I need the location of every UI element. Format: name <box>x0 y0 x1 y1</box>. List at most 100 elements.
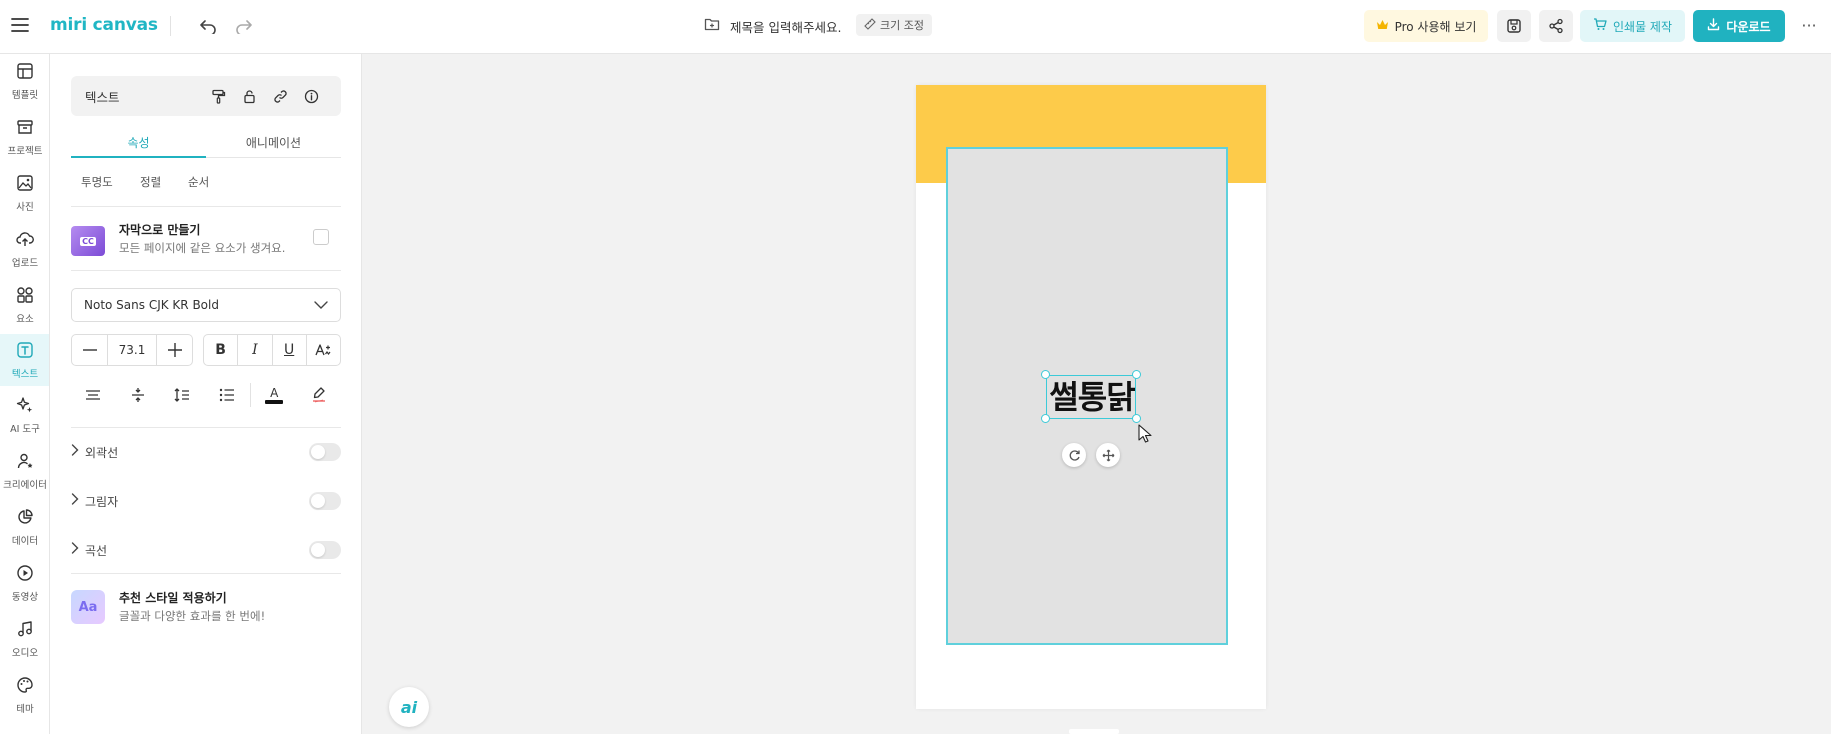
resize-handle[interactable] <box>1041 370 1050 379</box>
move-icon[interactable] <box>1096 443 1120 467</box>
chevron-right-icon <box>71 444 79 460</box>
canvas-workspace[interactable]: 썰통닭 ai <box>363 54 1831 734</box>
caption-title: 자막으로 만들기 <box>119 223 201 237</box>
strikethrough-icon[interactable] <box>71 380 116 410</box>
resize-button[interactable]: 크기 조정 <box>856 14 932 36</box>
chevron-right-icon <box>71 493 79 509</box>
sidebar-item-label: 업로드 <box>11 257 39 269</box>
panel-title: 텍스트 <box>85 89 120 105</box>
increase-size-icon[interactable] <box>157 335 192 365</box>
recommend-style-title[interactable]: 추천 스타일 적용하기 <box>119 589 227 606</box>
font-family-value: Noto Sans CJK KR Bold <box>84 298 219 312</box>
sidebar-item-video[interactable]: 동영상 <box>0 558 49 608</box>
highlight-pen-icon[interactable] <box>296 380 341 410</box>
save-icon[interactable] <box>1497 10 1531 42</box>
folder-icon[interactable] <box>704 17 720 35</box>
outline-section[interactable]: 외곽선 <box>71 439 341 465</box>
top-bar: miri canvas 제목을 입력해주세요. 크기 조정 Pro 사용해 보기… <box>0 0 1831 54</box>
text-color-letter: A <box>270 385 279 400</box>
toolbar-divider <box>170 16 171 36</box>
share-icon[interactable] <box>1539 10 1573 42</box>
outline-label: 외곽선 <box>85 445 119 460</box>
tab-attributes[interactable]: 속성 <box>71 128 206 158</box>
bold-button[interactable]: B <box>204 335 239 365</box>
resize-handle[interactable] <box>1132 414 1141 423</box>
resize-handle[interactable] <box>1132 370 1141 379</box>
text-tools-row: A <box>71 380 341 410</box>
sidebar-item-label: 텍스트 <box>11 368 39 380</box>
line-height-icon[interactable] <box>160 380 205 410</box>
print-production-label: 인쇄물 제작 <box>1612 19 1672 34</box>
sidebar-item-label: 오디오 <box>11 647 39 659</box>
lock-icon[interactable] <box>234 84 265 108</box>
text-format-group: B I U <box>203 334 341 366</box>
outline-toggle[interactable] <box>309 443 341 461</box>
italic-button[interactable]: I <box>238 335 273 365</box>
divider <box>250 383 251 407</box>
sidebar-item-elements[interactable]: 요소 <box>0 280 49 330</box>
caption-thumbnail: CC <box>71 226 105 256</box>
sidebar-item-photo[interactable]: 사진 <box>0 168 49 218</box>
curve-section[interactable]: 곡선 <box>71 537 341 563</box>
design-page[interactable]: 썰통닭 <box>916 85 1266 709</box>
shadow-section[interactable]: 그림자 <box>71 488 341 514</box>
font-family-select[interactable]: Noto Sans CJK KR Bold <box>71 288 341 322</box>
sidebar-item-label: 프로젝트 <box>7 145 43 157</box>
sidebar-item-upload[interactable]: 업로드 <box>0 224 49 274</box>
recommend-style-thumbnail[interactable]: Aa <box>71 590 105 624</box>
sidebar-item-theme[interactable]: 테마 <box>0 670 49 720</box>
pro-trial-label: Pro 사용해 보기 <box>1394 19 1477 34</box>
list-icon[interactable] <box>205 380 250 410</box>
download-button[interactable]: 다운로드 <box>1693 10 1785 42</box>
shadow-label: 그림자 <box>85 494 119 509</box>
palette-icon <box>16 676 34 698</box>
shadow-toggle[interactable] <box>309 492 341 510</box>
sidebar-item-data[interactable]: 데이터 <box>0 502 49 552</box>
order-button[interactable]: 순서 <box>188 174 209 190</box>
rotate-icon[interactable] <box>1062 443 1086 467</box>
sidebar-item-label: 테마 <box>16 703 34 715</box>
sidebar-item-label: 템플릿 <box>11 89 39 101</box>
paint-roller-icon[interactable] <box>203 84 234 108</box>
ai-assistant-button[interactable]: ai <box>389 687 429 727</box>
more-options-icon[interactable]: ··· <box>1797 12 1821 38</box>
hamburger-menu-icon[interactable] <box>8 12 32 38</box>
info-icon[interactable] <box>296 84 327 108</box>
curve-toggle[interactable] <box>309 541 341 559</box>
download-label: 다운로드 <box>1726 19 1771 34</box>
undo-icon[interactable] <box>196 14 220 38</box>
text-style-icon[interactable] <box>307 335 340 365</box>
text-icon <box>16 341 34 363</box>
text-properties-panel: 텍스트 속성 애니메이션 투명도 정렬 순서 CC 자막으로 만들기 모든 페이… <box>50 54 362 734</box>
tool-sidebar: 템플릿 프로젝트 사진 업로드 요소 텍스트 AI 도구 크리에이터 데이터 동… <box>0 54 50 734</box>
text-color-icon[interactable]: A <box>252 380 297 410</box>
print-production-button[interactable]: 인쇄물 제작 <box>1580 10 1685 42</box>
caption-checkbox[interactable] <box>313 229 329 245</box>
sidebar-item-audio[interactable]: 오디오 <box>0 614 49 664</box>
decrease-size-icon[interactable] <box>72 335 107 365</box>
next-page-indicator <box>1069 729 1119 734</box>
font-size-input[interactable]: 73.1 <box>107 335 157 365</box>
sidebar-item-ai-tools[interactable]: AI 도구 <box>0 390 49 440</box>
video-icon <box>16 564 34 586</box>
redo-icon[interactable] <box>232 14 256 38</box>
document-title-text[interactable]: 제목을 입력해주세요. <box>730 17 841 36</box>
opacity-button[interactable]: 투명도 <box>81 174 113 190</box>
sidebar-item-text[interactable]: 텍스트 <box>0 334 49 386</box>
chevron-down-icon <box>314 298 328 312</box>
divider <box>71 427 341 428</box>
tab-animation[interactable]: 애니메이션 <box>206 128 341 158</box>
sidebar-item-creator[interactable]: 크리에이터 <box>0 446 49 496</box>
app-logo[interactable]: miri canvas <box>50 14 158 36</box>
resize-handle[interactable] <box>1041 414 1050 423</box>
letter-spacing-icon[interactable] <box>116 380 161 410</box>
sidebar-item-label: AI 도구 <box>10 423 40 435</box>
link-icon[interactable] <box>265 84 296 108</box>
font-size-stepper[interactable]: 73.1 <box>71 334 193 366</box>
align-button[interactable]: 정렬 <box>140 174 161 190</box>
underline-button[interactable]: U <box>273 335 307 365</box>
pro-trial-button[interactable]: Pro 사용해 보기 <box>1364 10 1488 42</box>
document-title[interactable]: 제목을 입력해주세요. <box>704 14 841 38</box>
sidebar-item-template[interactable]: 템플릿 <box>0 56 49 106</box>
sidebar-item-project[interactable]: 프로젝트 <box>0 112 49 162</box>
